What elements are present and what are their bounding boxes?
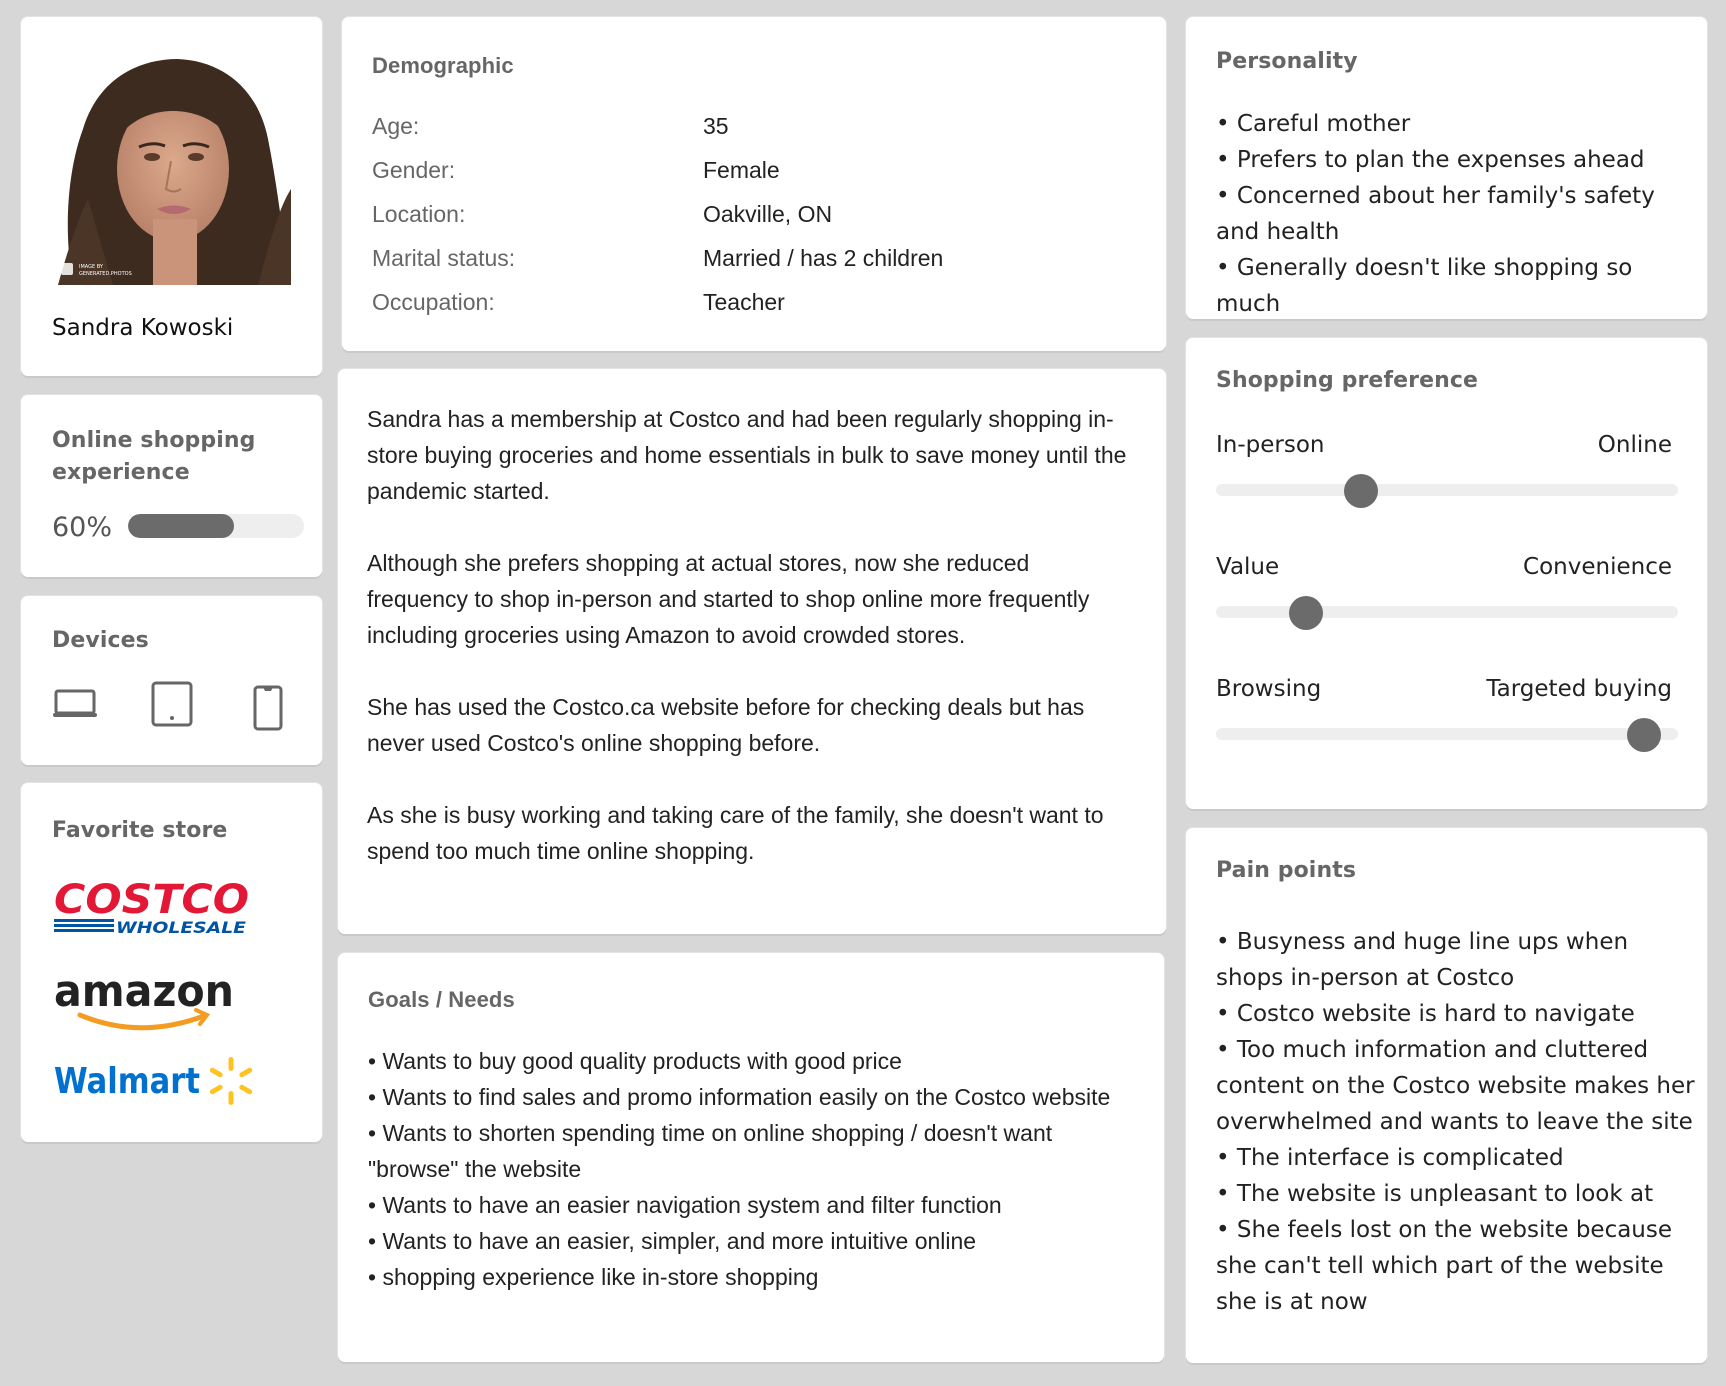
- goals-needs-card: Goals / Needs Wants to buy good quality …: [338, 953, 1164, 1362]
- pain-point-item: The website is unpleasant to look at: [1216, 1176, 1696, 1212]
- pain-point-item: She feels lost on the website because sh…: [1216, 1212, 1696, 1320]
- online-experience-progress-bar: [128, 514, 304, 538]
- demographic-label: Occupation:: [372, 289, 495, 315]
- demographic-label: Age:: [372, 113, 420, 139]
- favorite-store-card: Favorite store COSTCO WHOLESALE amazon W…: [21, 783, 322, 1142]
- slider-thumb[interactable]: [1288, 596, 1323, 630]
- profile-card: IMAGE BY GENERATED.PHOTOS Sandra Kowoski: [21, 17, 322, 376]
- pain-point-item: Costco website is hard to navigate: [1216, 996, 1696, 1032]
- demographic-value: Married / has 2 children: [703, 245, 944, 271]
- demographic-label: Marital status:: [372, 245, 516, 271]
- slider-right-label: Convenience: [1523, 554, 1672, 580]
- personality-item: Careful mother: [1216, 106, 1696, 142]
- costco-wordmark: COSTCO: [54, 879, 249, 923]
- slider-left-label: In-person: [1216, 432, 1325, 458]
- personality-list: Careful mother Prefers to plan the expen…: [1216, 106, 1696, 322]
- costco-subtitle: WHOLESALE: [116, 918, 246, 937]
- background-story: Sandra has a membership at Costco and ha…: [367, 401, 1127, 905]
- pain-point-item: The interface is complicated: [1216, 1140, 1696, 1176]
- walmart-spark-icon: [209, 1057, 253, 1105]
- demographic-label: Gender:: [372, 157, 456, 183]
- slider-thumb[interactable]: [1626, 718, 1661, 752]
- devices-card: Devices: [21, 596, 322, 765]
- goals-needs-title: Goals / Needs: [368, 987, 515, 1012]
- personality-item: Generally doesn't like shopping so much: [1216, 250, 1696, 322]
- walmart-wordmark: Walmart: [54, 1061, 200, 1102]
- watermark-icon: [61, 263, 73, 275]
- slider-browsing-targeted[interactable]: Browsing Targeted buying: [1216, 676, 1678, 756]
- online-experience-progress-fill: [128, 514, 234, 538]
- background-story-card: Sandra has a membership at Costco and ha…: [338, 369, 1166, 934]
- personality-title: Personality: [1216, 49, 1358, 74]
- slider-left-label: Browsing: [1216, 676, 1322, 702]
- demographic-value: Oakville, ON: [703, 201, 833, 227]
- tablet-icon: [151, 681, 193, 731]
- costco-logo: COSTCO WHOLESALE: [54, 877, 254, 943]
- slider-inperson-online[interactable]: In-person Online: [1216, 432, 1678, 512]
- walmart-logo: Walmart: [54, 1053, 264, 1113]
- story-paragraph: As she is busy working and taking care o…: [367, 802, 1104, 864]
- pain-point-item: Too much information and cluttered conte…: [1216, 1032, 1696, 1140]
- devices-title: Devices: [52, 628, 149, 653]
- photo-credit-line1: IMAGE BY: [79, 264, 104, 270]
- personality-item: Concerned about her family's safety and …: [1216, 178, 1696, 250]
- pain-points-title: Pain points: [1216, 858, 1357, 883]
- online-experience-title: Online shopping experience: [52, 428, 256, 485]
- online-experience-percent: 60%: [52, 512, 113, 543]
- slider-track[interactable]: [1216, 728, 1678, 740]
- story-paragraph: She has used the Costco.ca website befor…: [367, 694, 1085, 756]
- shopping-preference-card: Shopping preference In-person Online Val…: [1186, 338, 1707, 809]
- story-paragraph: Although she prefers shopping at actual …: [367, 550, 1090, 648]
- demographic-value: Teacher: [703, 289, 785, 315]
- goals-needs-list: Wants to buy good quality products with …: [368, 1043, 1148, 1295]
- favorite-store-title: Favorite store: [52, 818, 228, 843]
- amazon-wordmark: amazon: [54, 968, 234, 1017]
- slider-value-convenience[interactable]: Value Convenience: [1216, 554, 1678, 634]
- slider-right-label: Online: [1597, 432, 1672, 458]
- laptop-icon: [52, 688, 98, 724]
- persona-name: Sandra Kowoski: [52, 315, 234, 341]
- slider-thumb[interactable]: [1344, 474, 1379, 508]
- goal-item: Wants to shorten spending time on online…: [368, 1115, 1148, 1187]
- personality-item: Prefers to plan the expenses ahead: [1216, 142, 1696, 178]
- slider-right-label: Targeted buying: [1486, 676, 1672, 702]
- goal-item: shopping experience like in-store shoppi…: [368, 1259, 1148, 1295]
- demographic-value: Female: [703, 157, 780, 183]
- photo-credit-line2: GENERATED.PHOTOS: [79, 271, 132, 277]
- slider-left-label: Value: [1216, 554, 1280, 580]
- slider-track[interactable]: [1216, 606, 1678, 618]
- story-paragraph: Sandra has a membership at Costco and ha…: [367, 406, 1127, 504]
- online-experience-card: Online shopping experience 60%: [21, 395, 322, 577]
- pain-point-item: Busyness and huge line ups when shops in…: [1216, 924, 1696, 996]
- shopping-preference-title: Shopping preference: [1216, 368, 1479, 393]
- pain-points-card: Pain points Busyness and huge line ups w…: [1186, 828, 1707, 1363]
- demographic-label: Location:: [372, 201, 466, 227]
- personality-card: Personality Careful mother Prefers to pl…: [1186, 17, 1707, 319]
- goal-item: Wants to buy good quality products with …: [368, 1043, 1148, 1079]
- amazon-logo: amazon: [54, 966, 244, 1038]
- pain-points-list: Busyness and huge line ups when shops in…: [1216, 924, 1696, 1320]
- demographic-title: Demographic: [372, 53, 514, 78]
- demographic-card: Demographic Age: 35 Gender: Female Locat…: [342, 17, 1166, 351]
- goal-item: Wants to find sales and promo informatio…: [368, 1079, 1148, 1115]
- goal-item: Wants to have an easier navigation syste…: [368, 1187, 1148, 1223]
- goal-item: Wants to have an easier, simpler, and mo…: [368, 1223, 1148, 1259]
- profile-photo: IMAGE BY GENERATED.PHOTOS: [53, 49, 291, 285]
- demographic-value: 35: [703, 113, 729, 139]
- slider-track[interactable]: [1216, 484, 1678, 496]
- smartphone-icon: [253, 685, 283, 735]
